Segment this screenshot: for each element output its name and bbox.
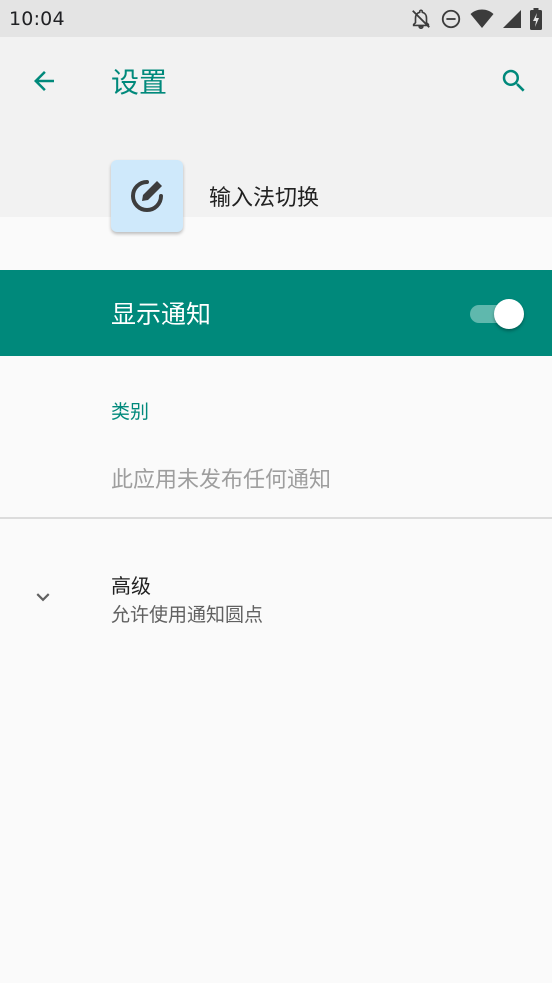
app-header: 设置 输入法切换 <box>0 37 552 232</box>
app-bar: 设置 <box>0 37 552 123</box>
do-not-disturb-icon <box>440 8 462 30</box>
toggle-thumb <box>494 299 524 329</box>
advanced-title: 高级 <box>111 574 151 598</box>
advanced-summary: 允许使用通知圆点 <box>111 604 264 626</box>
search-icon <box>502 69 525 92</box>
app-name: 输入法切换 <box>209 186 320 211</box>
show-notifications-toggle[interactable] <box>468 299 524 329</box>
show-notifications-switch-row[interactable]: 显示通知 <box>0 270 552 356</box>
advanced-settings-row[interactable]: 高级 允许使用通知圆点 <box>0 550 552 646</box>
app-info-row: 输入法切换 <box>111 160 319 232</box>
edit-pencil-icon <box>131 180 163 212</box>
back-button[interactable] <box>28 65 60 97</box>
battery-charging-icon <box>530 7 542 30</box>
search-button[interactable] <box>498 65 530 97</box>
page-title: 设置 <box>111 66 168 99</box>
status-time: 10:04 <box>9 7 65 30</box>
notifications-off-icon <box>410 8 432 30</box>
cell-signal-icon <box>502 9 522 29</box>
show-notifications-label: 显示通知 <box>111 300 212 329</box>
chevron-down-icon <box>36 593 50 602</box>
arrow-back-icon <box>34 71 54 91</box>
wifi-icon <box>470 8 494 30</box>
categories-section: 类别 此应用未发布任何通知 <box>0 356 552 518</box>
section-divider <box>0 517 552 519</box>
status-bar: 10:04 <box>0 0 552 37</box>
no-categories-text: 此应用未发布任何通知 <box>111 468 332 493</box>
app-icon <box>111 160 183 232</box>
status-icons <box>410 7 542 30</box>
categories-header: 类别 <box>111 401 150 423</box>
